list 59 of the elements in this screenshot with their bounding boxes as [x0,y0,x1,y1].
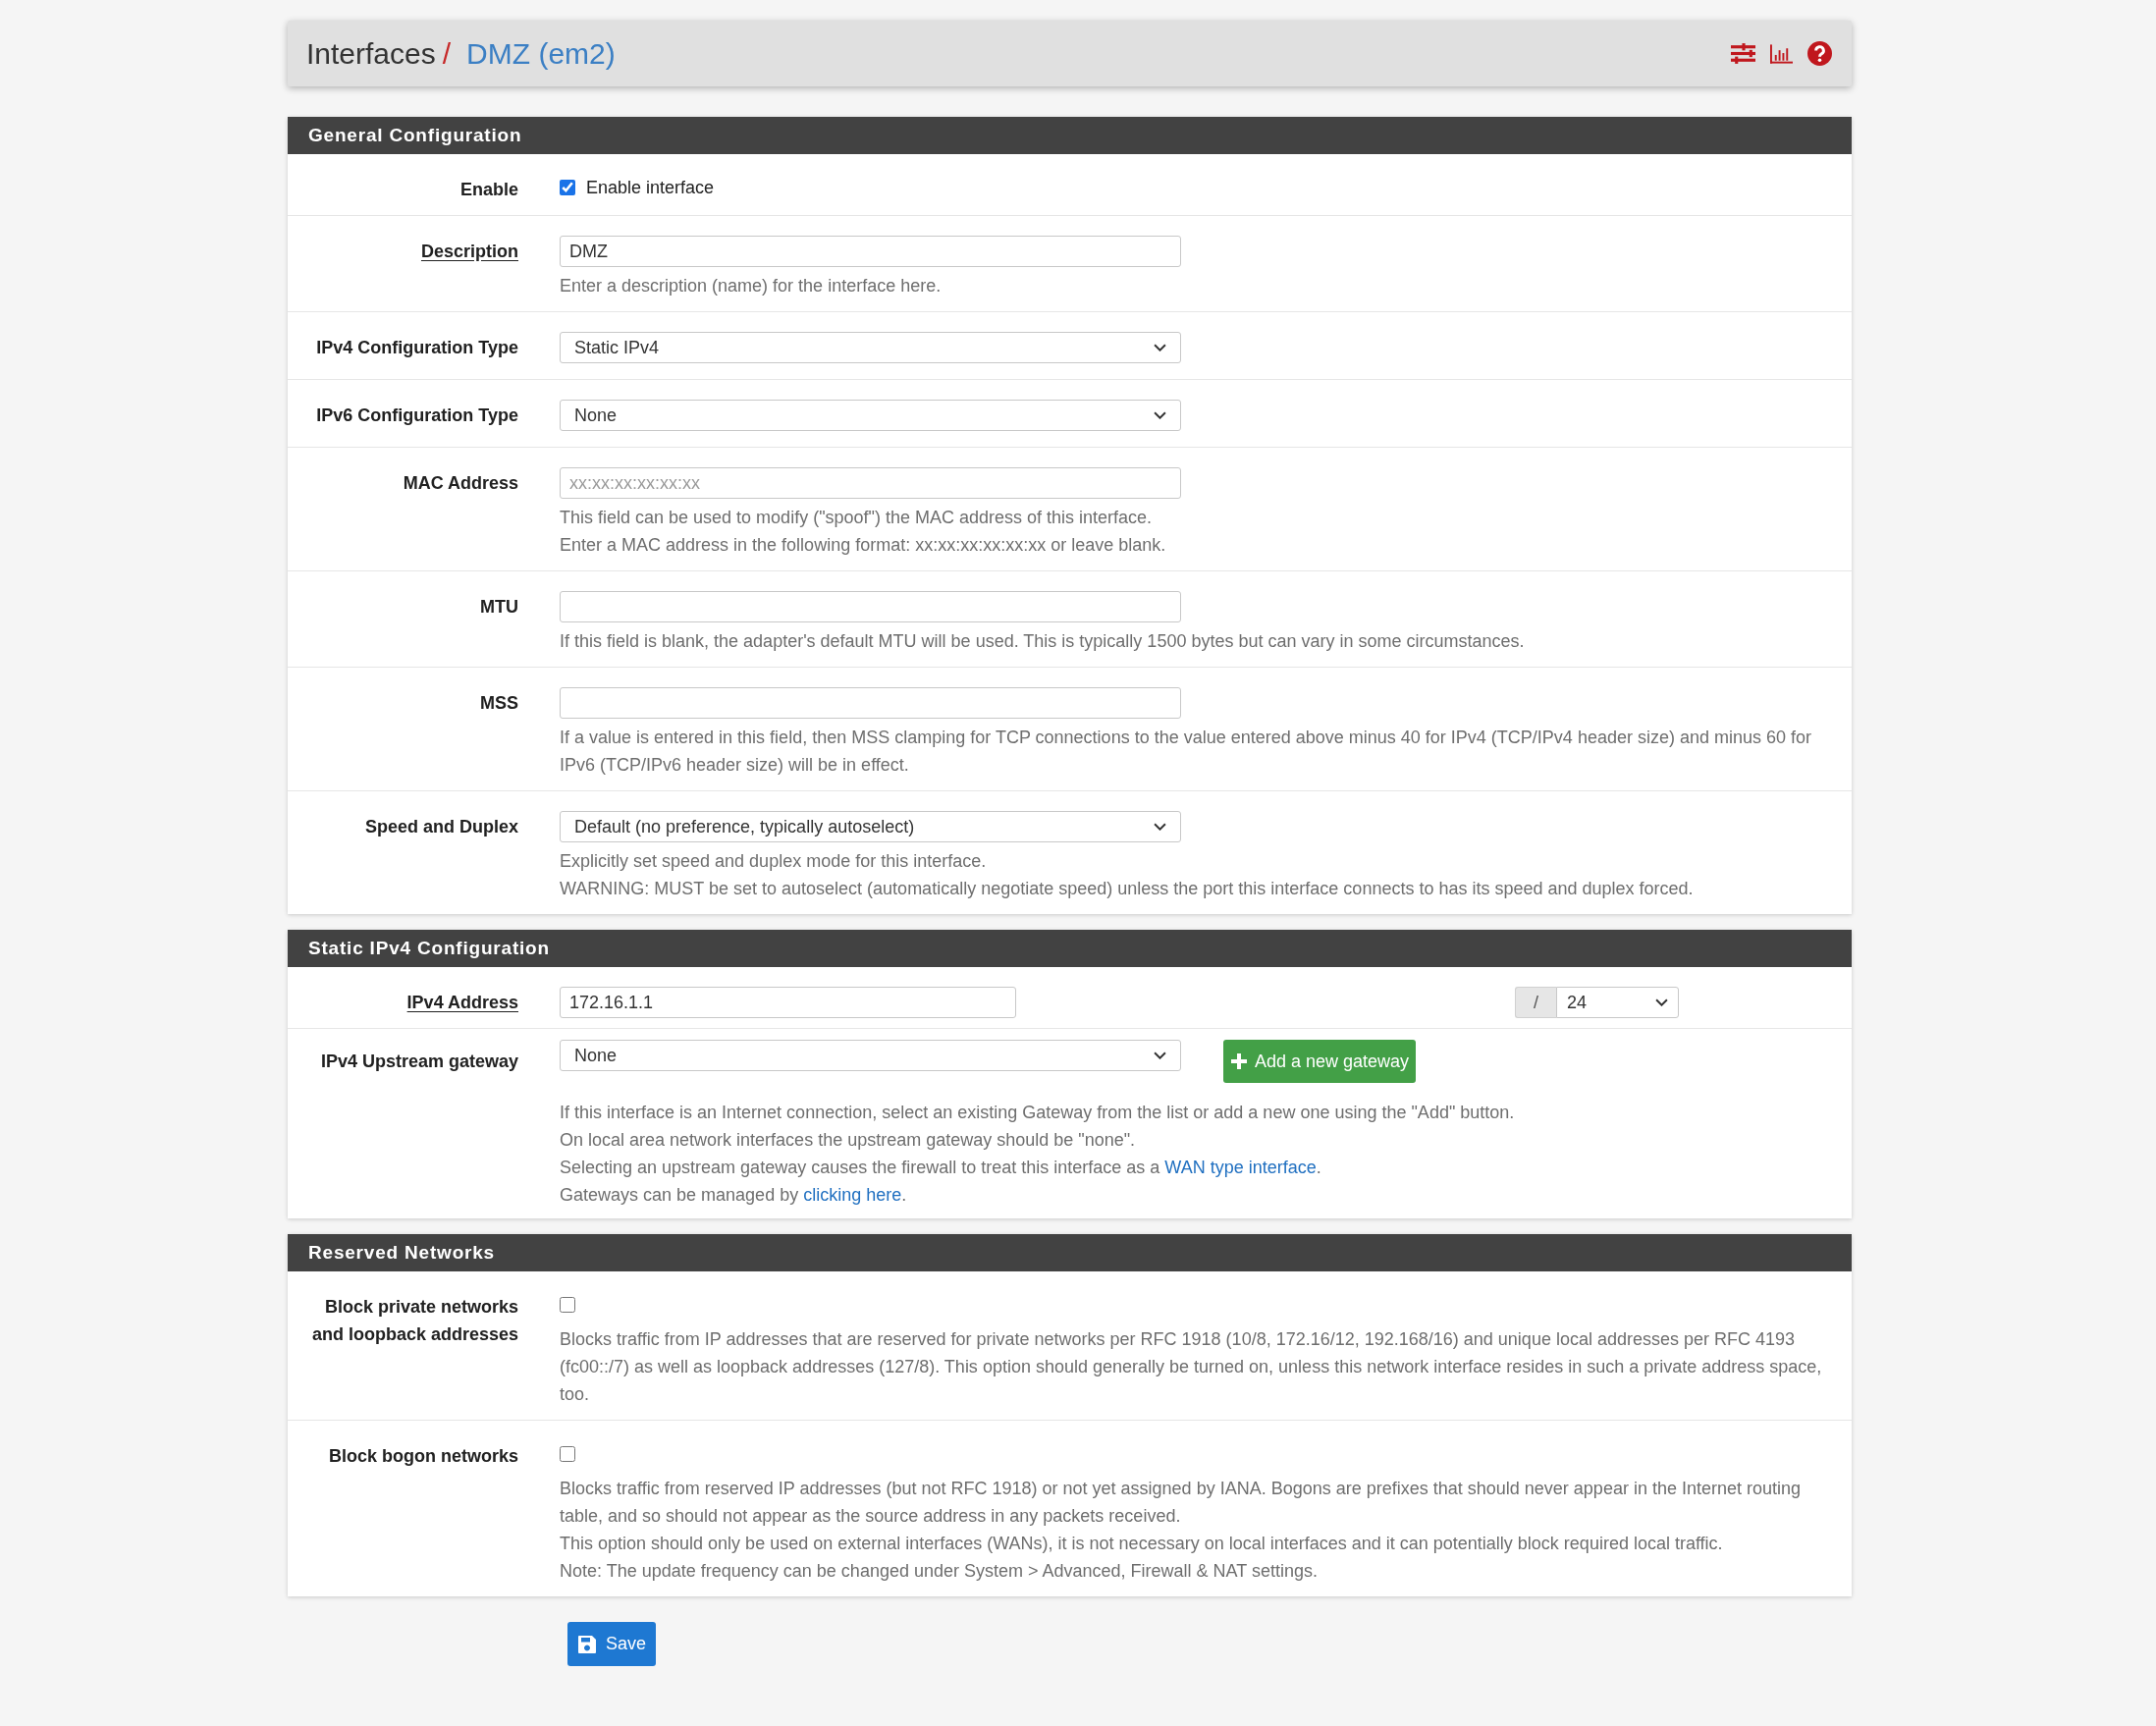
text-field[interactable]: DMZ [560,236,1181,267]
dropdown[interactable]: None [560,1040,1181,1071]
chevron-down-icon [1154,1052,1166,1059]
subnet-separator: / [1515,987,1556,1018]
help-text: Enter a MAC address in the following format: xx:xx:xx:xx:xx:xx or leave blank. [560,534,1167,557]
help-text: Blocks traffic from IP addresses that are reserved for private networks per RFC 1918 (10/8, 172.16/12, 192.168/16) and unique local addresses per RFC 4193 (fc00::/7) as well as loopback addresses (127/8). This option should generally be turned on, unless this network interface resides in such a private address space, too. [560,1328,1823,1406]
bar-chart-icon[interactable] [1770,43,1793,64]
help-text: Note: The update frequency can be changed under System > Advanced, Firewall & NAT settings. [560,1560,1319,1583]
text-field[interactable] [560,591,1181,622]
checkbox[interactable] [560,1446,575,1462]
checkbox-label: Enable interface [586,177,715,198]
field-label: IPv4 Address [406,993,518,1012]
field-label: Block bogon networks [328,1446,518,1466]
breadcrumb-separator: / [442,36,452,71]
field-label: IPv4 Configuration Type [316,338,518,357]
help-link[interactable]: WAN type interface [1164,1158,1317,1177]
save-button[interactable]: Save [567,1622,657,1666]
field-label: MAC Address [403,473,518,493]
field-label: Speed and Duplex [364,817,518,836]
subnet-mask-dropdown[interactable]: 24 [1556,987,1679,1018]
section-header: Static IPv4 Configuration [288,930,1852,967]
field-label: Description [420,242,518,261]
help-text: WARNING: MUST be set to autoselect (automatically negotiate speed) unless the port this interface connects to has its speed and duplex forced. [560,878,1695,900]
help-text: Gateways can be managed by clicking here. [560,1184,908,1207]
help-text: This field can be used to modify ("spoof") the MAC address of this interface. [560,507,1154,529]
text-field[interactable]: xx:xx:xx:xx:xx:xx [560,467,1181,499]
chevron-down-icon [1154,344,1166,351]
help-text: Blocks traffic from reserved IP addresses (but not RFC 1918) or not yet assigned by IANA. Bogons are prefixes that should never appear in the Internet routing table, and so should not appear as the source address in any packets received. [560,1478,1802,1528]
help-text: Explicitly set speed and duplex mode for this interface. [560,850,988,873]
help-icon[interactable] [1807,41,1832,66]
help-text: Selecting an upstream gateway causes the firewall to treat this interface as a WAN type interface. [560,1157,1322,1179]
plus-icon [1231,1053,1247,1069]
help-text: This option should only be used on external interfaces (WANs), it is not necessary on local interfaces and it can potentially block required local traffic. [560,1533,1724,1555]
help-link[interactable]: clicking here [803,1185,902,1205]
section-header: Reserved Networks [288,1234,1852,1271]
field-label: IPv4 Upstream gateway [320,1052,518,1071]
chevron-down-icon [1154,411,1166,419]
field-label: IPv6 Configuration Type [316,405,518,425]
chevron-down-icon [1154,823,1166,831]
dropdown[interactable]: None [560,400,1181,431]
help-text: If this field is blank, the adapter's default MTU will be used. This is typically 1500 bytes but can vary in some circumstances. [560,630,1526,653]
dropdown[interactable]: Default (no preference, typically autoselect) [560,811,1181,842]
help-text: If this interface is an Internet connection, select an existing Gateway from the list or add a new one using the "Add" button. [560,1102,1516,1124]
checkbox[interactable] [560,180,575,195]
dropdown[interactable]: Static IPv4 [560,332,1181,363]
ip-address-field[interactable]: 172.16.1.1 [560,987,1016,1018]
field-label: Enable [459,180,518,199]
field-label: MTU [480,597,518,617]
chevron-down-icon [1655,998,1668,1006]
section-header: General Configuration [288,117,1852,154]
field-label: MSS [480,693,518,713]
text-field[interactable] [560,687,1181,719]
help-text: On local area network interfaces the upstream gateway should be "none". [560,1129,1137,1152]
checkbox[interactable] [560,1297,575,1313]
help-text: Enter a description (name) for the interface here. [560,275,943,297]
sliders-icon[interactable] [1731,43,1755,64]
breadcrumb-link[interactable]: Interfaces [306,36,436,71]
field-label: Block private networks and loopback addresses [311,1297,518,1344]
help-text: If a value is entered in this field, then MSS clamping for TCP connections to the value entered above minus 40 for IPv4 (TCP/IPv4 header size) and minus 60 for IPv6 (TCP/IPv6 header size) will be in effect. [560,727,1812,777]
